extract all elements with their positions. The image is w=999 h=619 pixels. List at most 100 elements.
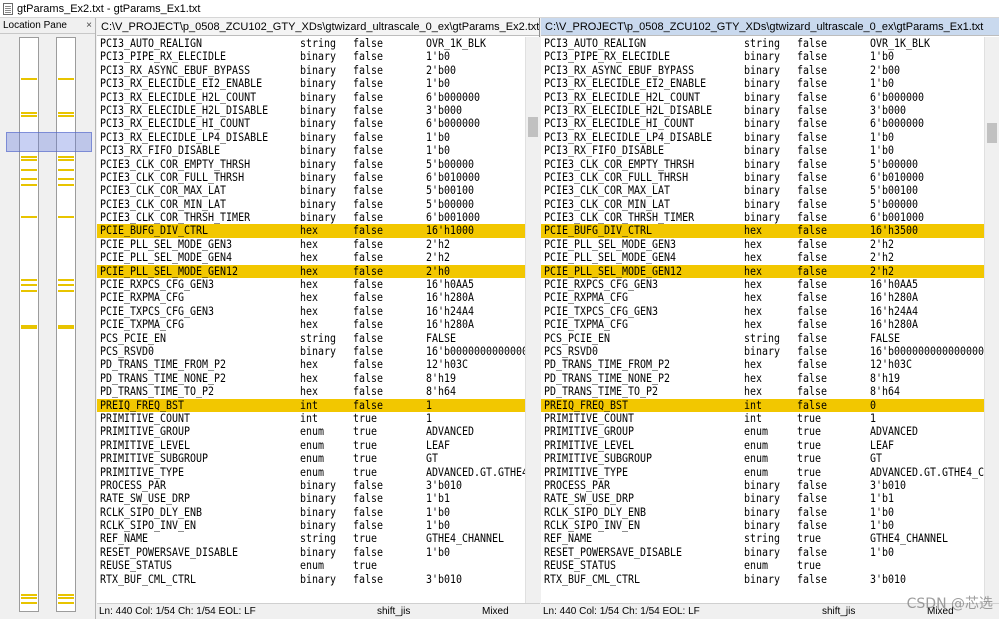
- change-marker[interactable]: [58, 596, 74, 599]
- text-line[interactable]: PROCESS_PAR binary false 3'b010: [541, 479, 984, 492]
- text-line[interactable]: PCIE3_CLK_COR_MAX_LAT binary false 5'b00100: [97, 184, 525, 197]
- right-vertical-scrollbar[interactable]: [984, 37, 999, 605]
- change-marker[interactable]: [21, 290, 37, 293]
- text-line[interactable]: PCS_RSVD0 binary false 16'b0000000000000000: [541, 345, 984, 358]
- text-line[interactable]: PCIE3_CLK_COR_FULL_THRSH binary false 6'b01…: [541, 171, 984, 184]
- text-line[interactable]: RCLK_SIPO_DLY_ENB binary false 1'b0: [97, 506, 525, 519]
- location-bar-right[interactable]: [56, 37, 76, 612]
- change-marker[interactable]: [58, 602, 74, 605]
- change-marker[interactable]: [58, 78, 74, 81]
- change-marker[interactable]: [21, 324, 37, 327]
- text-line[interactable]: PCS_PCIE_EN string false FALSE: [97, 332, 525, 345]
- text-line[interactable]: PCIE3_CLK_COR_MIN_LAT binary false 5'b00000: [97, 198, 525, 211]
- close-icon[interactable]: ×: [86, 18, 92, 34]
- text-line[interactable]: PCIE3_CLK_COR_MAX_LAT binary false 5'b00100: [541, 184, 984, 197]
- text-line[interactable]: PCI3_RX_ELECIDLE_LP4_DISABLE binary false 1…: [541, 131, 984, 144]
- text-line[interactable]: PCI3_RX_FIFO_DISABLE binary false 1'b0: [97, 144, 525, 157]
- text-line[interactable]: PCS_RSVD0 binary false 16'b0000000000000000: [97, 345, 525, 358]
- text-line[interactable]: PRIMITIVE_COUNT int true 1: [541, 412, 984, 425]
- change-marker[interactable]: [58, 324, 74, 327]
- text-line[interactable]: PCIE_RXPCS_CFG_GEN3 hex false 16'h0AA5: [541, 278, 984, 291]
- text-line[interactable]: PCIE_TXPMA_CFG hex false 16'h280A: [97, 318, 525, 331]
- change-marker[interactable]: [21, 115, 37, 118]
- text-line[interactable]: PCI3_PIPE_RX_ELECIDLE binary false 1'b0: [541, 50, 984, 63]
- text-line[interactable]: RESET_POWERSAVE_DISABLE binary false 1'b0: [541, 546, 984, 559]
- text-line[interactable]: PCIE_PLL_SEL_MODE_GEN3 hex false 2'h2: [97, 238, 525, 251]
- text-line[interactable]: PCIE3_CLK_COR_EMPTY_THRSH binary false 5'b0…: [541, 158, 984, 171]
- change-marker[interactable]: [21, 284, 37, 287]
- right-file-pane[interactable]: C:\V_PROJECT\p_0508_ZCU102_GTY_XDs\gtwiz…: [541, 18, 999, 619]
- text-line[interactable]: PD_TRANS_TIME_TO_P2 hex false 8'h64: [541, 385, 984, 398]
- change-marker[interactable]: [21, 602, 37, 605]
- change-marker[interactable]: [58, 112, 74, 115]
- change-marker[interactable]: [58, 593, 74, 596]
- change-marker[interactable]: [21, 593, 37, 596]
- text-line[interactable]: PRIMITIVE_COUNT int true 1: [97, 412, 525, 425]
- change-marker[interactable]: [58, 215, 74, 218]
- change-marker[interactable]: [21, 278, 37, 281]
- text-line[interactable]: PCIE_TXPCS_CFG_GEN3 hex false 16'h24A4: [541, 305, 984, 318]
- encoding-indicator[interactable]: shift_jis: [377, 604, 410, 619]
- text-line[interactable]: PCI3_RX_ELECIDLE_HI_COUNT binary false 6'b0…: [541, 117, 984, 130]
- change-marker[interactable]: [58, 327, 74, 330]
- text-line[interactable]: PCI3_RX_ELECIDLE_H2L_COUNT binary false 6'b…: [541, 91, 984, 104]
- text-line[interactable]: PCI3_RX_FIFO_DISABLE binary false 1'b0: [541, 144, 984, 157]
- change-marker[interactable]: [21, 155, 37, 158]
- text-line[interactable]: PRIMITIVE_LEVEL enum true LEAF: [541, 439, 984, 452]
- location-viewport-indicator[interactable]: [6, 132, 92, 152]
- text-line[interactable]: PCIE3_CLK_COR_MIN_LAT binary false 5'b00000: [541, 198, 984, 211]
- text-line[interactable]: PROCESS_PAR binary false 3'b010: [97, 479, 525, 492]
- text-line[interactable]: PCI3_AUTO_REALIGN string false OVR_1K_BLK: [97, 37, 525, 50]
- location-pane[interactable]: Location Pane ×: [0, 18, 96, 619]
- right-vertical-scroll-thumb[interactable]: [987, 123, 997, 143]
- text-line[interactable]: RCLK_SIPO_INV_EN binary false 1'b0: [541, 519, 984, 532]
- text-line[interactable]: PCI3_RX_ELECIDLE_H2L_DISABLE binary false 3…: [541, 104, 984, 117]
- text-line[interactable]: PCIE_RXPMA_CFG hex false 16'h280A: [97, 291, 525, 304]
- text-line[interactable]: PCI3_AUTO_REALIGN string false OVR_1K_BLK: [541, 37, 984, 50]
- diff-line[interactable]: PCIE_BUFG_DIV_CTRL hex false 16'h3500: [541, 224, 984, 238]
- text-line[interactable]: PRIMITIVE_TYPE enum true ADVANCED.GT.GTHE4_…: [97, 466, 525, 479]
- text-line[interactable]: PD_TRANS_TIME_FROM_P2 hex false 12'h03C: [541, 358, 984, 371]
- change-marker[interactable]: [21, 327, 37, 330]
- text-line[interactable]: REUSE_STATUS enum true: [541, 559, 984, 572]
- text-line[interactable]: PRIMITIVE_LEVEL enum true LEAF: [97, 439, 525, 452]
- text-line[interactable]: PCIE_RXPCS_CFG_GEN3 hex false 16'h0AA5: [97, 278, 525, 291]
- text-line[interactable]: PD_TRANS_TIME_TO_P2 hex false 8'h64: [97, 385, 525, 398]
- text-line[interactable]: PCI3_RX_ELECIDLE_H2L_COUNT binary false 6'b…: [97, 91, 525, 104]
- encoding-indicator[interactable]: shift_jis: [822, 604, 855, 619]
- text-line[interactable]: PD_TRANS_TIME_NONE_P2 hex false 8'h19: [541, 372, 984, 385]
- diff-line[interactable]: PCIE_PLL_SEL_MODE_GEN12 hex false 2'h2: [541, 264, 984, 279]
- left-vertical-scrollbar[interactable]: [525, 37, 540, 605]
- change-marker[interactable]: [21, 112, 37, 115]
- eol-mode-indicator[interactable]: Mixed: [482, 604, 509, 619]
- change-marker[interactable]: [21, 596, 37, 599]
- text-line[interactable]: RCLK_SIPO_INV_EN binary false 1'b0: [97, 519, 525, 532]
- left-vertical-scroll-thumb[interactable]: [528, 117, 538, 137]
- text-line[interactable]: RTX_BUF_CML_CTRL binary false 3'b010: [541, 573, 984, 586]
- change-marker[interactable]: [58, 278, 74, 281]
- change-marker[interactable]: [21, 78, 37, 81]
- text-line[interactable]: PCIE_PLL_SEL_MODE_GEN3 hex false 2'h2: [541, 238, 984, 251]
- change-marker[interactable]: [21, 178, 37, 181]
- change-marker[interactable]: [58, 184, 74, 187]
- text-line[interactable]: PD_TRANS_TIME_FROM_P2 hex false 12'h03C: [97, 358, 525, 371]
- text-line[interactable]: PCIE3_CLK_COR_EMPTY_THRSH binary false 5'b0…: [97, 158, 525, 171]
- text-line[interactable]: PCIE3_CLK_COR_FULL_THRSH binary false 6'b01…: [97, 171, 525, 184]
- change-marker[interactable]: [21, 169, 37, 172]
- text-line[interactable]: PCIE3_CLK_COR_THRSH_TIMER binary false 6'b0…: [97, 211, 525, 224]
- text-line[interactable]: PRIMITIVE_SUBGROUP enum true GT: [541, 452, 984, 465]
- text-line[interactable]: PCI3_RX_ELECIDLE_EI2_ENABLE binary false 1'…: [97, 77, 525, 90]
- diff-line[interactable]: PREIQ_FREQ_BST int false 1: [97, 398, 525, 412]
- change-marker[interactable]: [58, 169, 74, 172]
- text-line[interactable]: PCI3_RX_ELECIDLE_EI2_ENABLE binary false 1'…: [541, 77, 984, 90]
- diff-line[interactable]: PREIQ_FREQ_BST int false 0: [541, 398, 984, 412]
- change-marker[interactable]: [21, 215, 37, 218]
- text-line[interactable]: REUSE_STATUS enum true: [97, 559, 525, 572]
- text-line[interactable]: PCIE_PLL_SEL_MODE_GEN4 hex false 2'h2: [541, 251, 984, 264]
- change-marker[interactable]: [58, 158, 74, 161]
- change-marker[interactable]: [21, 158, 37, 161]
- text-line[interactable]: PCI3_PIPE_RX_ELECIDLE binary false 1'b0: [97, 50, 525, 63]
- text-line[interactable]: PCIE_RXPMA_CFG hex false 16'h280A: [541, 291, 984, 304]
- change-marker[interactable]: [58, 178, 74, 181]
- text-line[interactable]: REF_NAME string true GTHE4_CHANNEL: [97, 532, 525, 545]
